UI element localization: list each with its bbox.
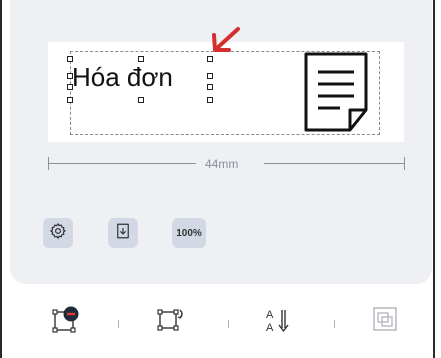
rotate-icon (156, 309, 186, 338)
gear-icon (49, 222, 67, 245)
dimension-line-right (264, 163, 405, 164)
annotation-arrow-icon (208, 25, 242, 60)
dimension-tick-right (404, 157, 405, 170)
text-size-icon: A A (264, 309, 292, 338)
svg-text:A: A (266, 309, 274, 321)
resize-handle-right-upper[interactable] (207, 73, 213, 79)
window-border-right (433, 0, 435, 358)
resize-handle-right-lower[interactable] (207, 84, 213, 90)
toolbar-separator (228, 320, 229, 328)
zoom-button[interactable]: 100% (172, 218, 206, 248)
remove-element-button[interactable] (52, 306, 82, 339)
document-icon[interactable] (300, 50, 372, 139)
window-border-left (0, 0, 2, 358)
download-button[interactable] (108, 218, 138, 248)
text-size-button[interactable]: A A (264, 306, 292, 339)
svg-text:A: A (266, 322, 274, 334)
toolbar-separator (334, 320, 335, 328)
dimension-width-label: 44mm (205, 157, 239, 171)
layers-icon (372, 307, 400, 338)
zoom-level: 100% (176, 227, 202, 239)
resize-handle-bottom[interactable] (138, 97, 144, 103)
label-text[interactable]: Hóa đơn (72, 62, 173, 92)
remove-element-icon (52, 306, 82, 338)
resize-handle-bottom-right[interactable] (207, 97, 213, 103)
dimension-line-left (48, 163, 196, 164)
settings-button[interactable] (43, 218, 73, 248)
resize-handle-bottom-left[interactable] (67, 97, 73, 103)
toolbar-separator (118, 320, 119, 328)
layers-button (372, 306, 400, 339)
rotate-button[interactable] (156, 306, 186, 339)
download-icon (114, 222, 132, 245)
